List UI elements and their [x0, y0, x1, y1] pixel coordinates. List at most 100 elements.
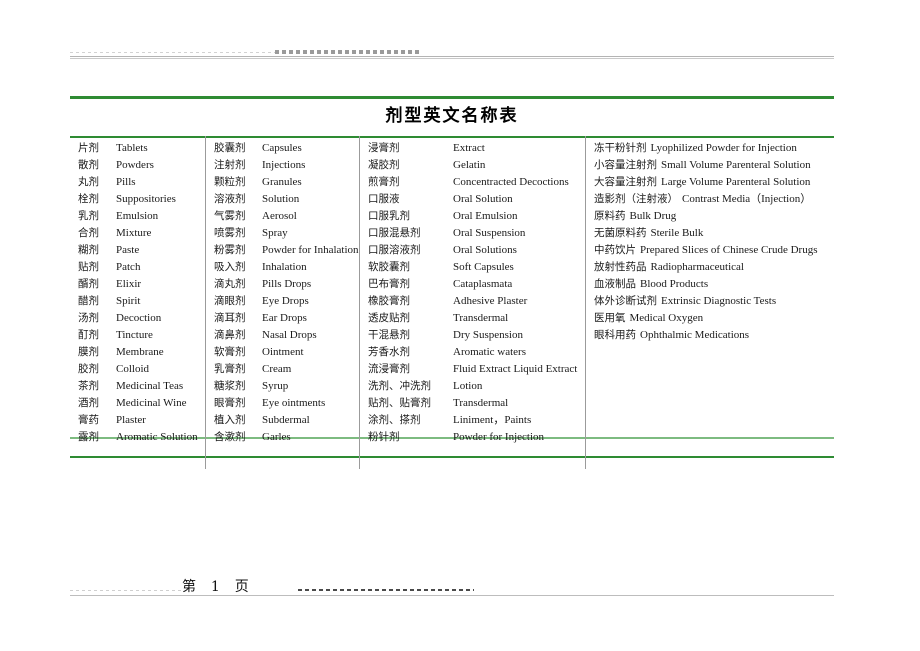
term-entry: 口服混悬剂 Oral Suspension [368, 225, 585, 242]
term-entry: 大容量注射剂 Large Volume Parenteral Solution [594, 174, 837, 191]
term-english: Small Volume Parenteral Solution [661, 159, 811, 171]
term-chinese: 酒剂 [78, 397, 99, 409]
term-english: Emulsion [116, 210, 159, 222]
term-entry: 糖浆剂 Syrup [214, 378, 359, 395]
term-chinese: 气雾剂 [214, 210, 246, 222]
term-english: Decoction [116, 312, 162, 324]
term-entry: 含漱剂 Garles [214, 429, 359, 446]
term-entry: 醋剂 Spirit [78, 293, 205, 310]
term-english: Aromatic Solution [116, 431, 198, 443]
term-entry: 体外诊断试剂 Extrinsic Diagnostic Tests [594, 293, 837, 310]
term-english: Large Volume Parenteral Solution [661, 176, 811, 188]
term-english: Syrup [262, 380, 289, 392]
term-entry: 口服液 Oral Solution [368, 191, 585, 208]
table-column-4: 冻干粉针剂 Lyophilized Powder for Injection 小容量… [585, 136, 837, 450]
term-english: Gelatin [453, 159, 486, 171]
term-entry: 贴剂、贴膏剂 Transdermal [368, 395, 585, 412]
term-chinese: 粉针剂 [368, 431, 400, 443]
term-chinese: 大容量注射剂 [594, 176, 657, 188]
term-entry: 医用氧 Medical Oxygen [594, 310, 837, 327]
term-english: Powder for Inhalation [262, 244, 359, 256]
term-english: Pills Drops [262, 278, 312, 290]
term-english: Oral Emulsion [453, 210, 518, 222]
term-english: Cataplasmata [453, 278, 513, 290]
term-chinese: 体外诊断试剂 [594, 295, 657, 307]
term-english: Extract [453, 142, 485, 154]
term-entry: 茶剂 Medicinal Teas [78, 378, 205, 395]
term-chinese: 煎膏剂 [368, 176, 400, 188]
dosage-form-table: 片剂 Tablets 散剂 Powders 丸剂 Pills 栓剂 Suppositories… [70, 136, 837, 469]
document-page: 剂型英文名称表 片剂 Tablets 散剂 Powders 丸剂 Pills 栓剂 Suppo… [0, 0, 920, 651]
term-entry: 滴眼剂 Eye Drops [214, 293, 359, 310]
term-english: Garles [262, 431, 291, 443]
term-entry: 透皮贴剂 Transdermal [368, 310, 585, 327]
term-chinese: 橡胶膏剂 [368, 295, 410, 307]
term-entry: 口服乳剂 Oral Emulsion [368, 208, 585, 225]
term-english: Oral Solutions [453, 244, 517, 256]
term-english: Subdermal [262, 414, 310, 426]
term-english: Aerosol [262, 210, 297, 222]
table-column-2: 胶囊剂 Capsules 注射剂 Injections 颗粒剂 Granules 溶液剂 So… [205, 136, 360, 450]
term-entry: 汤剂 Decoction [78, 310, 205, 327]
term-chinese: 造影剂（注射液） [594, 193, 678, 205]
term-entry: 粉针剂 Powder for Injection [368, 429, 585, 446]
term-entry: 无菌原料药 Sterile Bulk [594, 225, 837, 242]
term-entry: 酊剂 Tincture [78, 327, 205, 344]
term-entry: 合剂 Mixture [78, 225, 205, 242]
term-entry: 栓剂 Suppositories [78, 191, 205, 208]
term-chinese: 糖浆剂 [214, 380, 246, 392]
term-english: Tincture [116, 329, 153, 341]
page-title: 剂型英文名称表 [385, 106, 519, 125]
term-chinese: 放射性药品 [594, 261, 647, 273]
term-english: Plaster [116, 414, 146, 426]
footer-rule [70, 595, 834, 596]
term-chinese: 粉雾剂 [214, 244, 246, 256]
header-dashed-line-faint [70, 52, 275, 53]
term-chinese: 洗剂、冲洗剂 [368, 380, 431, 392]
term-chinese: 醋剂 [78, 295, 99, 307]
term-english: Lotion [453, 380, 483, 392]
term-chinese: 散剂 [78, 159, 99, 171]
table-empty-row [70, 450, 837, 469]
term-chinese: 丸剂 [78, 176, 99, 188]
term-entry: 乳膏剂 Cream [214, 361, 359, 378]
table-column-1: 片剂 Tablets 散剂 Powders 丸剂 Pills 栓剂 Suppositories… [70, 136, 206, 450]
term-chinese: 软膏剂 [214, 346, 246, 358]
term-entry: 散剂 Powders [78, 157, 205, 174]
column-2-entries: 胶囊剂 Capsules 注射剂 Injections 颗粒剂 Granules 溶液剂 So… [206, 136, 359, 450]
term-chinese: 喷雾剂 [214, 227, 246, 239]
term-chinese: 无菌原料药 [594, 227, 647, 239]
term-english: Ear Drops [262, 312, 307, 324]
term-english: Blood Products [640, 278, 709, 290]
term-chinese: 颗粒剂 [214, 176, 246, 188]
term-chinese: 透皮贴剂 [368, 312, 410, 324]
term-chinese: 吸入剂 [214, 261, 246, 273]
term-chinese: 小容量注射剂 [594, 159, 657, 171]
table-row: 片剂 Tablets 散剂 Powders 丸剂 Pills 栓剂 Suppositories… [70, 136, 837, 450]
term-chinese: 口服液 [368, 193, 400, 205]
term-entry: 膜剂 Membrane [78, 344, 205, 361]
title-top-rule [70, 96, 834, 99]
term-chinese: 浸膏剂 [368, 142, 400, 154]
term-chinese: 含漱剂 [214, 431, 246, 443]
term-entry: 浸膏剂 Extract [368, 140, 585, 157]
term-entry: 粉雾剂 Powder for Inhalation [214, 242, 359, 259]
term-chinese: 滴耳剂 [214, 312, 246, 324]
term-english: Oral Suspension [453, 227, 526, 239]
term-entry: 眼膏剂 Eye ointments [214, 395, 359, 412]
term-english: Ointment [262, 346, 304, 358]
term-english: Prepared Slices of Chinese Crude Drugs [640, 244, 818, 256]
term-english: Soft Capsules [453, 261, 514, 273]
term-chinese: 干混悬剂 [368, 329, 410, 341]
term-chinese: 贴剂 [78, 261, 99, 273]
term-english: Bulk Drug [629, 210, 677, 222]
term-english: Aromatic waters [453, 346, 526, 358]
term-chinese: 凝胶剂 [368, 159, 400, 171]
term-chinese: 流浸膏剂 [368, 363, 410, 375]
term-english: Contrast Media（Injection） [682, 193, 812, 205]
term-chinese: 片剂 [78, 142, 99, 154]
term-chinese: 膜剂 [78, 346, 99, 358]
term-english: Spirit [116, 295, 141, 307]
term-chinese: 原料药 [594, 210, 626, 222]
term-english: Medicinal Wine [116, 397, 187, 409]
